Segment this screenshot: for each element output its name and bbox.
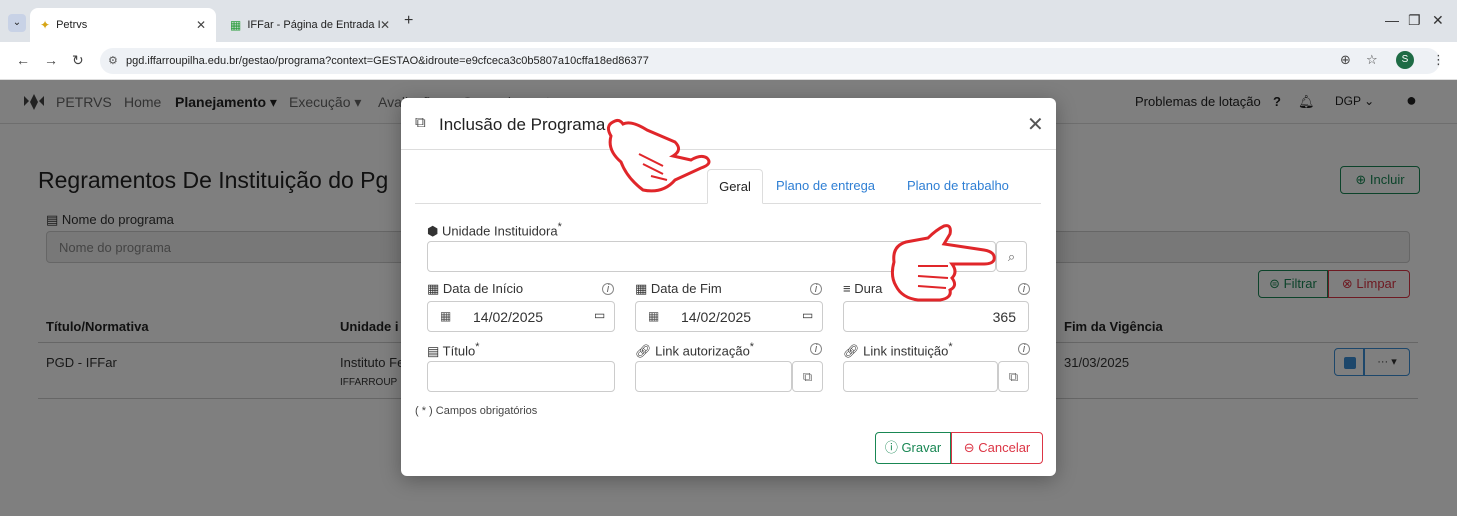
- unidade-label: ⬢ Unidade Instituidora*: [427, 221, 562, 239]
- cancelar-button[interactable]: ⊖ Cancelar: [951, 432, 1043, 464]
- restore-icon[interactable]: ❐: [1408, 12, 1421, 29]
- pointing-hand-icon: [606, 118, 711, 193]
- link-instituicao-input[interactable]: [843, 361, 998, 392]
- data-fim-value: 14/02/2025: [681, 309, 752, 325]
- required-fields-note: ( * ) Campos obrigatórios: [415, 405, 538, 417]
- bookmark-star-icon[interactable]: ☆: [1366, 52, 1378, 68]
- cancelar-label: Cancelar: [978, 440, 1031, 455]
- tab-close-icon[interactable]: ✕: [380, 18, 390, 32]
- required-mark: *: [749, 341, 755, 353]
- browser-tab-iffar[interactable]: ▦ IFFar - Página de Entrada IFFar ✕: [220, 8, 400, 42]
- address-bar: ← → ↻ ⚙ pgd.iffarroupilha.edu.br/gestao/…: [0, 42, 1457, 80]
- required-mark: *: [475, 341, 480, 353]
- reload-icon[interactable]: ↻: [72, 52, 84, 69]
- zoom-icon[interactable]: ⊕: [1340, 52, 1351, 68]
- url-field[interactable]: ⚙ pgd.iffarroupilha.edu.br/gestao/progra…: [100, 48, 1440, 74]
- modal-close-icon[interactable]: ✕: [1027, 112, 1044, 137]
- tab-geral[interactable]: Geral: [707, 169, 763, 204]
- required-mark: *: [948, 341, 953, 353]
- titulo-input[interactable]: [427, 361, 615, 392]
- required-mark: *: [557, 221, 562, 233]
- calendar-icon: ▦: [648, 309, 660, 323]
- duracao-info-icon[interactable]: i: [1018, 283, 1030, 295]
- data-inicio-label: ▦ Data de Início: [427, 281, 524, 296]
- duracao-label-text: Dura: [854, 281, 883, 296]
- titulo-label-text: Título: [442, 343, 476, 359]
- data-inicio-info-icon[interactable]: i: [602, 283, 614, 295]
- tab-plano-entrega[interactable]: Plano de entrega: [776, 178, 875, 193]
- external-link-icon: ⧉: [415, 114, 426, 131]
- back-icon[interactable]: ←: [16, 52, 30, 68]
- tab-title: Petrvs: [56, 19, 88, 31]
- search-icon[interactable]: ⌕: [996, 241, 1027, 272]
- data-inicio-value: 14/02/2025: [473, 309, 544, 325]
- modal-title: Inclusão de Programa: [439, 115, 606, 134]
- data-inicio-label-text: Data de Início: [442, 281, 524, 296]
- duracao-input[interactable]: 365: [843, 301, 1029, 332]
- tab-close-icon[interactable]: ✕: [196, 18, 206, 32]
- url-text: pgd.iffarroupilha.edu.br/gestao/programa…: [126, 55, 649, 67]
- tab-search-icon[interactable]: ⌄: [8, 14, 26, 32]
- link-instituicao-label: 🔗︎ Link instituição*: [843, 341, 953, 359]
- new-tab-icon[interactable]: +: [404, 12, 413, 30]
- profile-avatar[interactable]: S: [1396, 51, 1414, 69]
- link-instituicao-info-icon[interactable]: i: [1018, 343, 1030, 355]
- link-autorizacao-label: 🔗︎ Link autorização*: [635, 341, 755, 359]
- window-close-icon[interactable]: ✕: [1432, 12, 1444, 29]
- data-fim-label: ▦ Data de Fim: [635, 281, 722, 296]
- unidade-label-text: Unidade Instituidora: [441, 223, 558, 239]
- date-picker-icon[interactable]: ▭: [802, 308, 813, 322]
- duracao-value: 365: [992, 309, 1016, 325]
- tab-plano-trabalho[interactable]: Plano de trabalho: [907, 178, 1009, 193]
- pointing-hand-icon: [890, 224, 996, 302]
- link-autorizacao-label-text: Link autorização: [655, 343, 750, 359]
- link-autorizacao-input[interactable]: [635, 361, 792, 392]
- link-instituicao-label-text: Link instituição: [863, 343, 949, 359]
- tab-title: IFFar - Página de Entrada IFFar: [247, 19, 380, 31]
- link-autorizacao-info-icon[interactable]: i: [810, 343, 822, 355]
- forward-icon[interactable]: →: [44, 52, 58, 68]
- site-info-icon[interactable]: ⚙: [108, 48, 118, 74]
- gravar-label: Gravar: [901, 440, 942, 455]
- open-link-icon[interactable]: ⧉: [998, 361, 1029, 392]
- gravar-button[interactable]: ⓘ Gravar: [875, 432, 951, 464]
- duracao-label: ≡ Dura: [843, 281, 883, 296]
- iffar-favicon-icon: ▦: [230, 18, 242, 32]
- minimize-icon[interactable]: —: [1385, 12, 1399, 28]
- browser-tabbar: ⌄ ✦ Petrvs ✕ ▦ IFFar - Página de Entrada…: [0, 0, 1457, 42]
- data-fim-info-icon[interactable]: i: [810, 283, 822, 295]
- date-picker-icon[interactable]: ▭: [594, 308, 605, 322]
- data-fim-label-text: Data de Fim: [650, 281, 722, 296]
- petrvs-favicon-icon: ✦: [40, 18, 51, 32]
- browser-menu-icon[interactable]: ⋮: [1432, 52, 1445, 68]
- data-inicio-input[interactable]: ▦ 14/02/2025 ▭: [427, 301, 615, 332]
- titulo-label: ▤ Título*: [427, 341, 480, 359]
- modal-header: ⧉ Inclusão de Programa ✕: [401, 98, 1056, 150]
- data-fim-input[interactable]: ▦ 14/02/2025 ▭: [635, 301, 823, 332]
- open-link-icon[interactable]: ⧉: [792, 361, 823, 392]
- calendar-icon: ▦: [440, 309, 452, 323]
- browser-tab-petrvs[interactable]: ✦ Petrvs ✕: [30, 8, 216, 42]
